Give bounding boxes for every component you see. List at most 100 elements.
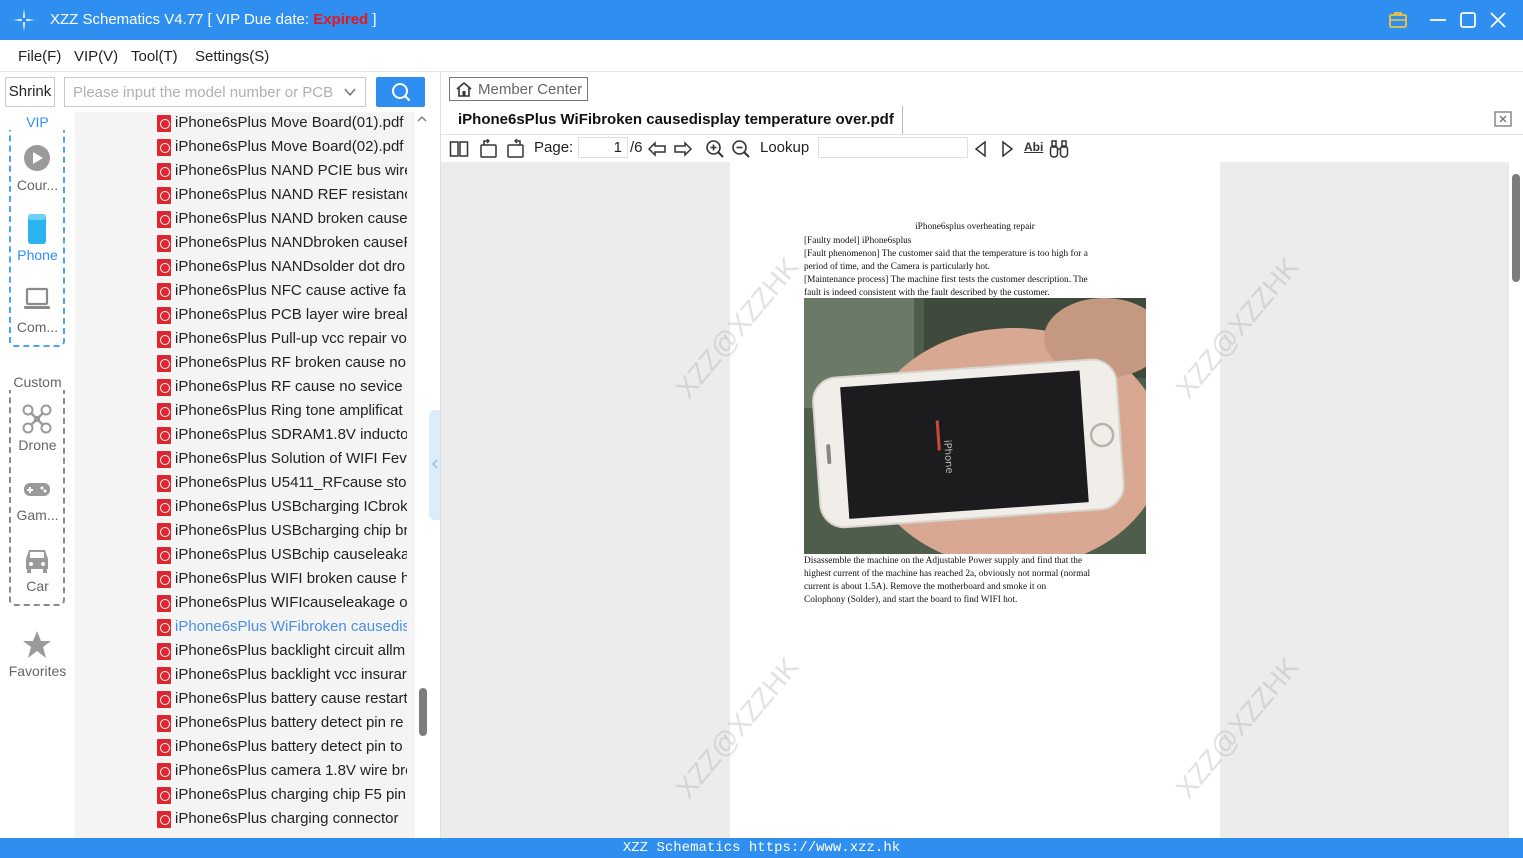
file-list-item[interactable]: iPhone6sPlus camera 1.8V wire bre [157, 760, 407, 784]
app-logo-icon [13, 9, 35, 31]
home-icon [456, 81, 472, 97]
search-input[interactable] [65, 78, 335, 106]
svg-text:iPhone: iPhone [941, 440, 954, 474]
file-name: iPhone6sPlus NANDbroken causeR [175, 234, 407, 251]
file-list-item[interactable]: iPhone6sPlus WiFibroken causedis [157, 616, 407, 640]
file-list-item[interactable]: iPhone6sPlus USBcharging chip br [157, 520, 407, 544]
maximize-icon[interactable] [1457, 9, 1479, 31]
file-list-item[interactable]: iPhone6sPlus PCB layer wire break [157, 304, 407, 328]
find-all-binoculars-icon[interactable] [1049, 139, 1069, 159]
file-list-item[interactable]: iPhone6sPlus RF cause no sevice m [157, 376, 407, 400]
member-center-button[interactable]: Member Center [449, 77, 588, 101]
two-page-view-icon[interactable] [449, 139, 469, 159]
match-case-button[interactable]: Abi [1024, 140, 1046, 160]
file-list-item[interactable]: iPhone6sPlus NAND REF resistance [157, 184, 407, 208]
file-list-item[interactable]: iPhone6sPlus NAND PCIE bus wire [157, 160, 407, 184]
menu-settings[interactable]: Settings(S) [195, 48, 269, 65]
previous-page-icon[interactable] [647, 139, 667, 159]
file-list-item[interactable]: iPhone6sPlus WIFI broken cause h [157, 568, 407, 592]
repair-photo: iPhone [804, 298, 1146, 554]
file-name: iPhone6sPlus SDRAM1.8V inducto [175, 426, 407, 443]
menu-file[interactable]: File(F) [18, 48, 61, 65]
file-name: iPhone6sPlus Move Board(02).pdf [175, 138, 404, 155]
pdf-file-icon [157, 355, 171, 372]
category-drone[interactable]: Drone [0, 404, 75, 464]
pdf-file-icon [157, 523, 171, 540]
file-list-item[interactable]: iPhone6sPlus charging chip F5 pin [157, 784, 407, 808]
pdf-file-icon [157, 571, 171, 588]
document-tab[interactable]: iPhone6sPlus WiFibroken causedisplay tem… [450, 106, 903, 134]
category-computer-label: Com... [16, 319, 59, 335]
file-list-scroll-thumb[interactable] [419, 688, 427, 736]
pdf-file-icon [157, 307, 171, 324]
pdf-file-icon [157, 643, 171, 660]
file-list-item[interactable]: iPhone6sPlus Move Board(02).pdf [157, 136, 407, 160]
pdf-viewer[interactable]: iPhone6splus overheating repair [Faulty … [441, 162, 1509, 838]
zoom-in-icon[interactable] [705, 139, 725, 159]
rotate-right-icon[interactable] [505, 139, 525, 159]
find-next-icon[interactable] [997, 139, 1017, 159]
laptop-icon [24, 287, 50, 309]
scroll-up-icon[interactable] [417, 114, 427, 124]
file-list-item[interactable]: iPhone6sPlus NAND broken cause [157, 208, 407, 232]
lookup-input[interactable] [818, 137, 968, 158]
file-list-item[interactable]: iPhone6sPlus battery detect pin re [157, 712, 407, 736]
file-list-item[interactable]: iPhone6sPlus NFC cause active fail [157, 280, 407, 304]
category-computer[interactable]: Com... [0, 286, 75, 346]
rotate-left-icon[interactable] [479, 139, 499, 159]
page-label: Page: [534, 139, 574, 156]
file-list-item[interactable]: iPhone6sPlus USBcharging ICbroke [157, 496, 407, 520]
pdf-file-icon [157, 163, 171, 180]
file-list-item[interactable]: iPhone6sPlus Move Board(01).pdf [157, 112, 407, 136]
file-list-item[interactable]: iPhone6sPlus battery detect pin to [157, 736, 407, 760]
close-tab-icon[interactable] [1494, 111, 1512, 127]
file-list-item[interactable]: iPhone6sPlus charging connector [157, 808, 407, 832]
file-list-item[interactable]: iPhone6sPlus battery cause restart. [157, 688, 407, 712]
menu-tool[interactable]: Tool(T) [131, 48, 178, 65]
chevron-down-icon[interactable] [343, 85, 357, 99]
pdf-file-icon [157, 787, 171, 804]
category-car[interactable]: Car [0, 545, 75, 605]
category-favorites-label: Favorites [8, 663, 67, 679]
category-drone-label: Drone [18, 437, 57, 453]
file-list-item[interactable]: iPhone6sPlus Solution of WIFI Feve [157, 448, 407, 472]
find-previous-icon[interactable] [971, 139, 991, 159]
shrink-button[interactable]: Shrink [5, 77, 55, 107]
file-list-item[interactable]: iPhone6sPlus NANDbroken causeR [157, 232, 407, 256]
category-phone[interactable]: Phone [0, 214, 75, 274]
file-list-item[interactable]: iPhone6sPlus USBchip causeleakag [157, 544, 407, 568]
file-name: iPhone6sPlus NAND broken cause [175, 210, 407, 227]
file-list-item[interactable]: iPhone6sPlus NANDsolder dot dro [157, 256, 407, 280]
file-list-item[interactable]: iPhone6sPlus Ring tone amplificat [157, 400, 407, 424]
viewer-scroll-thumb[interactable] [1512, 174, 1520, 282]
drone-icon [22, 404, 52, 434]
pdf-file-icon [157, 211, 171, 228]
category-courses[interactable]: Cour... [0, 144, 75, 204]
zoom-out-icon[interactable] [731, 139, 751, 159]
document-tab-label: iPhone6sPlus WiFibroken causedisplay tem… [458, 111, 894, 128]
custom-group-label-text: Custom [12, 374, 63, 390]
category-game[interactable]: Gam... [0, 474, 75, 534]
pdf-file-icon [157, 547, 171, 564]
menu-vip[interactable]: VIP(V) [74, 48, 118, 65]
pdf-file-icon [157, 811, 171, 828]
document-line: highest current of the machine has reach… [804, 569, 1091, 579]
minimize-icon[interactable] [1427, 9, 1449, 31]
search-combobox[interactable] [64, 77, 366, 107]
file-list-item[interactable]: iPhone6sPlus backlight circuit allm [157, 640, 407, 664]
file-list-item[interactable]: iPhone6sPlus Pull-up vcc repair vo [157, 328, 407, 352]
file-list-item[interactable]: iPhone6sPlus WIFIcauseleakage of [157, 592, 407, 616]
file-list-item[interactable]: iPhone6sPlus RF broken cause no [157, 352, 407, 376]
file-list-item[interactable]: iPhone6sPlus backlight vcc insurar [157, 664, 407, 688]
category-favorites[interactable]: Favorites [0, 630, 75, 690]
next-page-icon[interactable] [673, 139, 693, 159]
file-list-item[interactable]: iPhone6sPlus U5411_RFcause stop [157, 472, 407, 496]
briefcase-icon[interactable] [1387, 9, 1409, 31]
page-number-input[interactable] [578, 137, 628, 158]
search-button[interactable] [376, 77, 425, 107]
pdf-file-icon [157, 187, 171, 204]
window-title-prefix: XZZ Schematics V4.77 [ VIP Due date: [50, 11, 314, 28]
file-list-item[interactable]: iPhone6sPlus SDRAM1.8V inducto [157, 424, 407, 448]
viewer-scrollbar[interactable] [1509, 162, 1523, 838]
close-icon[interactable] [1487, 9, 1509, 31]
